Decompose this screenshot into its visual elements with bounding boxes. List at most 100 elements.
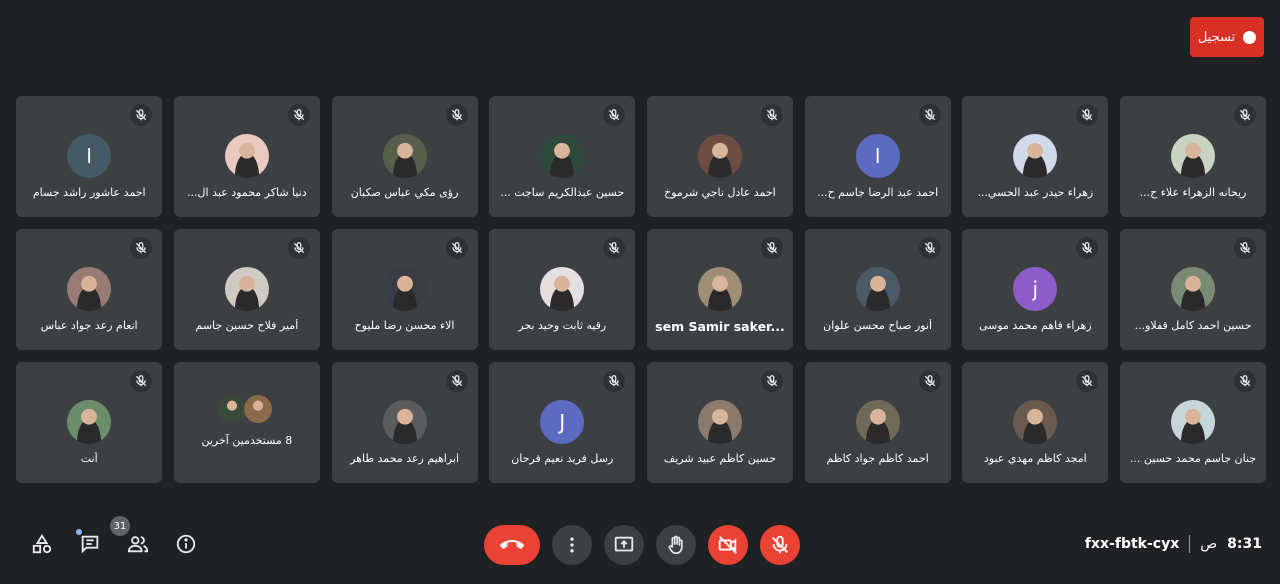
avatar (697, 267, 742, 311)
participant-name: رسل فريد نعيم فرحان (511, 452, 614, 465)
participant-tile[interactable]: ريحانه الزهراء علاء ح... (1120, 96, 1266, 217)
avatar (1171, 400, 1215, 444)
muted-mic-icon (1234, 104, 1256, 126)
participant-name: احمد عادل ناجي شرموخ (664, 186, 776, 199)
call-end-icon (500, 540, 524, 549)
avatar (382, 134, 427, 178)
participant-name: زهراء حيدر عبد الحسي... (977, 186, 1094, 199)
participant-tile[interactable]: امجد كاظم مهدي عبود (962, 362, 1109, 483)
activities-button[interactable] (28, 530, 56, 558)
participants-grid: ريحانه الزهراء علاء ح... زهراء حيدر عبد ا… (14, 96, 1266, 483)
muted-mic-icon (760, 370, 783, 392)
people-button[interactable]: 31 (110, 516, 152, 558)
raise-hand-button[interactable] (656, 525, 696, 565)
more-options-button[interactable] (552, 525, 592, 565)
meeting-time: 8:31 (1227, 536, 1262, 552)
chat-button[interactable] (76, 529, 104, 558)
meeting-info-button[interactable] (172, 530, 200, 558)
call-controls (484, 525, 800, 565)
others-tile[interactable]: 8 مستخدمين آخرين (173, 362, 320, 483)
others-avatars (216, 394, 277, 424)
participant-name: جنان جاسم محمد حسين ... (1129, 452, 1257, 465)
meeting-code[interactable]: fxx-fbtk-cyx (1085, 536, 1179, 552)
chat-icon (81, 535, 99, 554)
avatar (242, 394, 273, 424)
participant-name: ابراهيم رعد محمد طاهر (350, 452, 460, 465)
avatar (382, 267, 427, 311)
avatar (855, 400, 900, 444)
muted-mic-icon (287, 104, 310, 126)
muted-mic-icon (760, 104, 783, 126)
avatar (224, 134, 269, 178)
participant-name: أنور صباح محسن علوان (823, 319, 933, 332)
muted-mic-icon (130, 370, 153, 392)
avatar (1013, 400, 1058, 444)
present-button[interactable] (604, 525, 644, 565)
muted-mic-icon (1076, 370, 1099, 392)
avatar: ا (67, 134, 112, 178)
present-icon (614, 536, 634, 552)
participant-tile[interactable]: جنان جاسم محمد حسين ... (1120, 362, 1266, 483)
participant-tile[interactable]: انعام رعد جواد عباس (16, 229, 163, 350)
avatar (540, 134, 585, 178)
participant-name: احمد عاشور راشد جسام (32, 186, 146, 199)
avatar (224, 267, 269, 311)
muted-mic-icon (918, 104, 941, 126)
participant-name: sem Samir saker... (655, 319, 785, 334)
participant-tile[interactable]: رؤى مكي عباس صكبان (331, 96, 478, 217)
muted-mic-icon (603, 370, 626, 392)
raise-hand-icon (668, 535, 683, 555)
muted-mic-icon (603, 237, 626, 259)
avatar (382, 400, 427, 444)
record-label: تسجيل (1197, 29, 1236, 45)
participant-name: الاء محسن رضا مليوح (354, 319, 455, 332)
avatar (1013, 134, 1058, 178)
participant-tile[interactable]: ابراهيم رعد محمد طاهر (331, 362, 478, 483)
participant-name: حسين كاظم عبيد شريف (663, 452, 777, 465)
avatar (540, 267, 585, 311)
participant-tile[interactable]: الاء محسن رضا مليوح (331, 229, 478, 350)
participant-tile[interactable]: ا احمد عبد الرضا جاسم ح... (804, 96, 951, 217)
participant-name: دنيا شاكر محمود عبد ال... (187, 186, 307, 199)
muted-mic-icon (130, 237, 153, 259)
avatar (697, 400, 742, 444)
participant-tile[interactable]: زهراء حيدر عبد الحسي... (962, 96, 1109, 217)
avatar: ا (855, 134, 900, 178)
participant-tile[interactable]: دنيا شاكر محمود عبد ال... (173, 96, 320, 217)
more-vert-icon (570, 537, 574, 553)
participant-tile[interactable]: J رسل فريد نعيم فرحان (489, 362, 636, 483)
participant-tile[interactable]: حسين احمد كامل قفلاو... (1120, 229, 1266, 350)
avatar (855, 267, 900, 311)
avatar (697, 134, 742, 178)
people-count-badge: 31 (110, 516, 130, 536)
participant-tile[interactable]: احمد كاظم جواد كاظم (804, 362, 951, 483)
camera-toggle-button[interactable] (708, 525, 748, 565)
participant-tile[interactable]: أمير فلاح حسين جاسم (173, 229, 320, 350)
participant-tile[interactable]: أنور صباح محسن علوان (804, 229, 951, 350)
record-button[interactable]: تسجيل (1190, 17, 1264, 57)
participant-name: حسين عبدالكريم ساجت ... (500, 186, 625, 199)
participant-tile[interactable]: أنت (16, 362, 163, 483)
meeting-ampm: ص (1200, 536, 1218, 552)
muted-mic-icon (130, 104, 153, 126)
shapes-icon (32, 534, 52, 554)
muted-mic-icon (445, 370, 468, 392)
muted-mic-icon (760, 237, 783, 259)
participant-tile[interactable]: رقيه ثابت وحيد بحر (489, 229, 636, 350)
people-icon (127, 536, 149, 553)
participant-tile[interactable]: حسين كاظم عبيد شريف (646, 362, 793, 483)
participant-tile[interactable]: j زهراء فاهم محمد موسى (962, 229, 1109, 350)
end-call-button[interactable] (484, 525, 540, 565)
participant-tile[interactable]: ا احمد عاشور راشد جسام (16, 96, 163, 217)
participant-tile[interactable]: احمد عادل ناجي شرموخ (646, 96, 793, 217)
participant-name: حسين احمد كامل قفلاو... (1134, 319, 1252, 332)
muted-mic-icon (918, 237, 941, 259)
others-label: 8 مستخدمين آخرين (201, 434, 293, 447)
mic-toggle-button[interactable] (760, 525, 800, 565)
muted-mic-icon (918, 370, 941, 392)
avatar (67, 400, 112, 444)
record-dot-icon (1243, 30, 1257, 44)
participant-tile[interactable]: sem Samir saker... (646, 229, 793, 350)
participant-tile[interactable]: حسين عبدالكريم ساجت ... (489, 96, 636, 217)
bottom-left-controls: 31 (28, 516, 200, 558)
